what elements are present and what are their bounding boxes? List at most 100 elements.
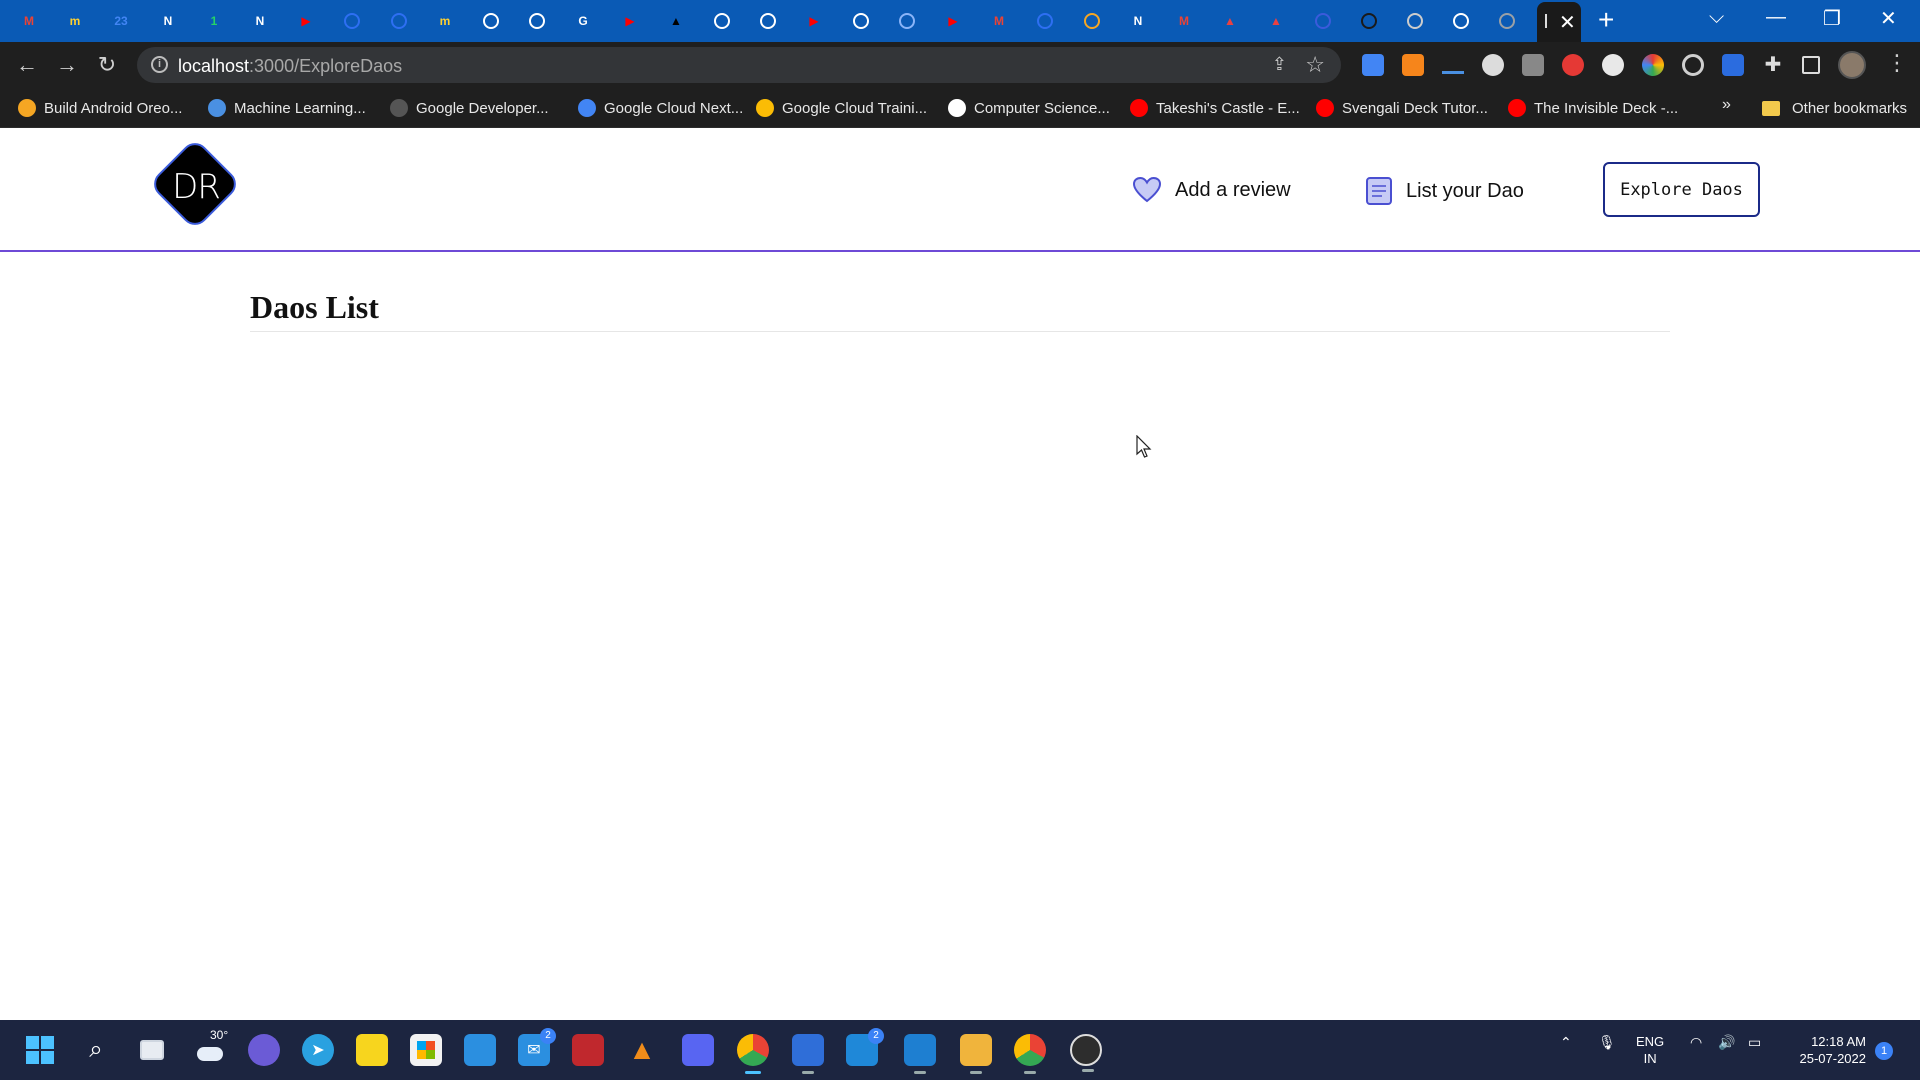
search-icon[interactable]: ⌕: [80, 1034, 112, 1066]
site-info-icon[interactable]: i: [151, 56, 168, 73]
bookmark-item[interactable]: Google Cloud Traini...: [756, 96, 927, 120]
youtube-icon[interactable]: ▶: [619, 10, 641, 32]
bookmark-item[interactable]: Google Developer...: [390, 96, 549, 120]
miro-icon[interactable]: m: [64, 10, 86, 32]
gmail-icon[interactable]: M: [18, 10, 40, 32]
sticky-notes-icon[interactable]: [356, 1034, 388, 1066]
chrome-canary-icon[interactable]: [1014, 1034, 1046, 1074]
meet-icon[interactable]: [248, 1034, 280, 1066]
list-dao-link[interactable]: List your Dao: [1366, 177, 1524, 205]
microphone-icon[interactable]: 🎙: [1598, 1034, 1616, 1051]
mail-icon[interactable]: ✉ 2: [518, 1028, 556, 1066]
battery-icon[interactable]: ▭: [1748, 1034, 1761, 1051]
notion-icon[interactable]: N: [157, 10, 179, 32]
notion-icon[interactable]: N: [249, 10, 271, 32]
github-icon[interactable]: [1450, 10, 1472, 32]
tab-icon[interactable]: ▲: [1265, 10, 1287, 32]
youtube-icon[interactable]: ▶: [295, 10, 317, 32]
translate-extension-icon[interactable]: [1362, 54, 1384, 76]
telegram-icon[interactable]: ➤: [302, 1034, 334, 1066]
notion-icon[interactable]: N: [1127, 10, 1149, 32]
app-icon[interactable]: [792, 1034, 824, 1074]
tab-search-icon[interactable]: ⌵: [1709, 6, 1724, 29]
youtube-icon[interactable]: ▶: [942, 10, 964, 32]
bookmark-item[interactable]: Build Android Oreo...: [18, 96, 182, 120]
tab-icon[interactable]: [757, 10, 779, 32]
store-icon[interactable]: [410, 1034, 442, 1066]
bookmark-item[interactable]: Takeshi's Castle - E...: [1130, 96, 1300, 120]
tab-icon[interactable]: ▲: [1219, 10, 1241, 32]
bookmark-item[interactable]: Computer Science...: [948, 96, 1110, 120]
back-button[interactable]: ←: [12, 50, 42, 80]
tab-icon[interactable]: [1404, 10, 1426, 32]
file-explorer-icon[interactable]: [960, 1034, 992, 1074]
weather-widget[interactable]: 30°: [190, 1028, 230, 1066]
tab-icon[interactable]: [1081, 10, 1103, 32]
extension-icon[interactable]: [1722, 54, 1744, 76]
desktop-icon[interactable]: [464, 1034, 496, 1066]
start-icon[interactable]: [24, 1034, 56, 1066]
tab-icon[interactable]: [896, 10, 918, 32]
bookmark-item[interactable]: Google Cloud Next...: [578, 96, 743, 120]
tab-icon[interactable]: [1034, 10, 1056, 32]
clock[interactable]: 12:18 AM 25-07-2022: [1786, 1033, 1867, 1067]
forward-button[interactable]: →: [52, 50, 82, 80]
close-tab-icon[interactable]: ✕: [1559, 10, 1576, 35]
calendar-icon[interactable]: 23: [110, 10, 132, 32]
minimize-button[interactable]: —: [1766, 6, 1786, 29]
openai-icon[interactable]: [850, 10, 872, 32]
new-tab-button[interactable]: +: [1598, 6, 1614, 34]
openai-icon[interactable]: [711, 10, 733, 32]
language-indicator[interactable]: ENG IN: [1636, 1033, 1664, 1067]
extension-icon[interactable]: [1522, 54, 1544, 76]
notification-badge[interactable]: 1: [1875, 1042, 1893, 1060]
reload-button[interactable]: ↻: [92, 50, 122, 80]
logo-text[interactable]: DR: [152, 167, 240, 207]
obs-icon[interactable]: [1070, 1034, 1102, 1072]
tray-overflow-icon[interactable]: ⌃: [1560, 1034, 1572, 1051]
tab-icon[interactable]: [1358, 10, 1380, 32]
side-panel-icon[interactable]: [1802, 56, 1820, 74]
share-icon[interactable]: ⇪: [1272, 54, 1287, 75]
extension-icon[interactable]: [1442, 60, 1464, 74]
gmail-icon[interactable]: M: [1173, 10, 1195, 32]
extension-icon[interactable]: [1482, 54, 1504, 76]
extension-icon[interactable]: [1602, 54, 1624, 76]
tab-icon[interactable]: ▲: [665, 10, 687, 32]
bookmark-item[interactable]: Machine Learning...: [208, 96, 366, 120]
other-bookmarks[interactable]: Other bookmarks: [1762, 96, 1907, 120]
vscode-icon[interactable]: [904, 1034, 936, 1074]
app-icon[interactable]: 2: [846, 1028, 884, 1066]
extension-icon[interactable]: [1562, 54, 1584, 76]
google-icon[interactable]: G: [572, 10, 594, 32]
color-picker-extension-icon[interactable]: [1642, 54, 1664, 76]
gmail-icon[interactable]: M: [988, 10, 1010, 32]
whatsapp-icon[interactable]: 1: [203, 10, 225, 32]
miro-icon[interactable]: m: [434, 10, 456, 32]
active-tab[interactable]: ✕: [1537, 2, 1581, 42]
extension-icon[interactable]: [1682, 54, 1704, 76]
browser-menu-icon[interactable]: ⋮: [1886, 50, 1908, 76]
tab-icon[interactable]: [341, 10, 363, 32]
url-text[interactable]: localhost:3000/ExploreDaos: [178, 56, 402, 77]
tab-icon[interactable]: [388, 10, 410, 32]
youtube-icon[interactable]: ▶: [803, 10, 825, 32]
bookmark-star-icon[interactable]: ☆: [1305, 52, 1325, 78]
link-icon[interactable]: [1496, 10, 1518, 32]
restore-button[interactable]: ❐: [1823, 6, 1841, 31]
bookmark-item[interactable]: The Invisible Deck -...: [1508, 96, 1678, 120]
metamask-extension-icon[interactable]: [1402, 54, 1424, 76]
explore-daos-button[interactable]: Explore Daos: [1603, 162, 1760, 217]
task-view-icon[interactable]: [136, 1034, 168, 1066]
profile-avatar[interactable]: [1838, 51, 1866, 79]
address-bar[interactable]: i localhost:3000/ExploreDaos ⇪ ☆: [137, 47, 1341, 83]
chrome-icon[interactable]: [737, 1034, 769, 1074]
add-review-link[interactable]: Add a review: [1133, 177, 1291, 203]
github-icon[interactable]: [526, 10, 548, 32]
wifi-icon[interactable]: ◠: [1690, 1034, 1702, 1051]
bookmarks-overflow-icon[interactable]: »: [1722, 96, 1731, 114]
discord-icon[interactable]: [682, 1034, 714, 1066]
vlc-icon[interactable]: ▲: [626, 1034, 658, 1066]
github-icon[interactable]: [480, 10, 502, 32]
app-icon[interactable]: [572, 1034, 604, 1066]
